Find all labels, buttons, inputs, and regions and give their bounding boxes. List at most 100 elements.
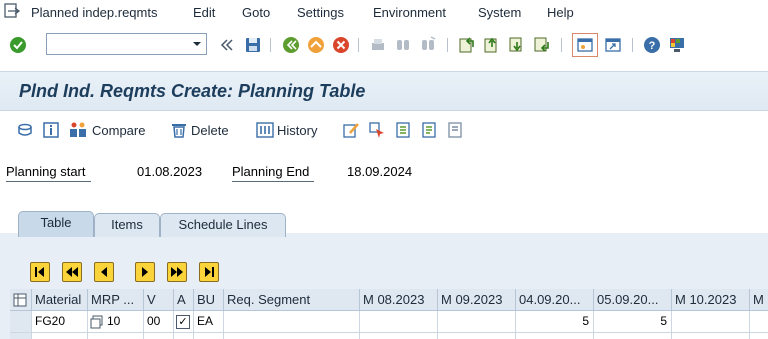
table-row[interactable] bbox=[32, 333, 88, 339]
active-cell[interactable]: ✓ bbox=[174, 311, 194, 333]
menu-system[interactable]: System bbox=[478, 5, 521, 20]
tab-items[interactable]: Items bbox=[94, 213, 160, 237]
planning-end-value[interactable]: 18.09.2024 bbox=[347, 164, 412, 179]
last-page-icon[interactable] bbox=[533, 36, 551, 54]
document-arrow-icon[interactable] bbox=[446, 121, 464, 139]
version-cell[interactable]: 00 bbox=[144, 311, 174, 333]
column-header[interactable]: M 10.2023 bbox=[672, 289, 750, 311]
delete-button[interactable]: Delete bbox=[170, 120, 236, 140]
next-column-button[interactable] bbox=[135, 262, 155, 282]
column-settings-cell[interactable] bbox=[10, 289, 32, 311]
next-page-button[interactable] bbox=[167, 262, 187, 282]
select-icon[interactable] bbox=[368, 121, 386, 139]
find-next-icon[interactable] bbox=[419, 36, 437, 54]
copy-icon[interactable] bbox=[90, 315, 104, 329]
find-icon[interactable] bbox=[394, 36, 412, 54]
double-right-icon bbox=[171, 267, 183, 277]
first-page-icon[interactable] bbox=[458, 36, 476, 54]
shortcut-icon[interactable] bbox=[604, 36, 622, 54]
column-header[interactable]: M 08.2023 bbox=[360, 289, 438, 311]
menu-bar: Planned indep.reqmts Edit Goto Settings … bbox=[0, 0, 768, 26]
table-row[interactable] bbox=[672, 333, 750, 339]
save-icon[interactable] bbox=[244, 36, 262, 54]
collapse-icon[interactable] bbox=[220, 38, 234, 52]
row-selector[interactable] bbox=[10, 311, 32, 333]
d05092023-cell[interactable]: 5 bbox=[594, 311, 672, 333]
separator bbox=[270, 38, 271, 52]
column-header[interactable]: A bbox=[174, 289, 194, 311]
planning-start-value[interactable]: 01.08.2023 bbox=[137, 164, 202, 179]
prev-column-button[interactable] bbox=[94, 262, 114, 282]
column-header[interactable]: M bbox=[750, 289, 768, 311]
d04092023-cell[interactable]: 5 bbox=[516, 311, 594, 333]
separator bbox=[358, 38, 359, 52]
new-session-button[interactable] bbox=[572, 33, 598, 57]
document-check-icon[interactable] bbox=[420, 121, 438, 139]
mrp-value: 10 bbox=[107, 314, 121, 328]
prev-page-icon[interactable] bbox=[483, 36, 501, 54]
column-header[interactable]: Material bbox=[32, 289, 88, 311]
table-row[interactable] bbox=[144, 333, 174, 339]
column-header[interactable]: BU bbox=[194, 289, 224, 311]
menu-edit[interactable]: Edit bbox=[193, 5, 215, 20]
next-page-icon[interactable] bbox=[508, 36, 526, 54]
prev-page-button[interactable] bbox=[62, 262, 82, 282]
table-row[interactable] bbox=[516, 333, 594, 339]
column-header[interactable]: 05.09.20... bbox=[594, 289, 672, 311]
enter-icon[interactable] bbox=[9, 36, 27, 54]
history-label: History bbox=[277, 123, 318, 138]
column-header[interactable]: Req. Segment bbox=[224, 289, 360, 311]
help-icon[interactable]: ? bbox=[643, 36, 661, 54]
table-row[interactable] bbox=[438, 333, 516, 339]
tab-table[interactable]: Table bbox=[18, 211, 94, 237]
active-checkbox[interactable]: ✓ bbox=[176, 315, 190, 329]
m102023-cell[interactable] bbox=[672, 311, 750, 333]
column-header[interactable]: MRP ... bbox=[88, 289, 144, 311]
history-button[interactable]: History bbox=[256, 120, 324, 140]
row-selector[interactable] bbox=[10, 333, 32, 339]
last-column-button[interactable] bbox=[199, 262, 219, 282]
menu-planned-indep-reqmts[interactable]: Planned indep.reqmts bbox=[31, 5, 157, 20]
command-field[interactable] bbox=[46, 33, 207, 55]
table-row[interactable] bbox=[224, 333, 360, 339]
table-row[interactable] bbox=[174, 333, 194, 339]
material-cell[interactable]: FG20 bbox=[32, 311, 88, 333]
print-icon[interactable] bbox=[369, 36, 387, 54]
menu-icon[interactable] bbox=[4, 3, 20, 19]
m092023-cell[interactable] bbox=[438, 311, 516, 333]
other-material-icon[interactable] bbox=[17, 122, 33, 138]
m082023-cell[interactable] bbox=[360, 311, 438, 333]
info-icon[interactable] bbox=[43, 122, 59, 138]
column-header[interactable]: M 09.2023 bbox=[438, 289, 516, 311]
m-cell[interactable] bbox=[750, 311, 768, 333]
menu-settings[interactable]: Settings bbox=[297, 5, 344, 20]
first-column-button[interactable] bbox=[30, 262, 50, 282]
document-icon[interactable] bbox=[394, 121, 412, 139]
column-header[interactable]: V bbox=[144, 289, 174, 311]
table-row[interactable] bbox=[360, 333, 438, 339]
menu-goto[interactable]: Goto bbox=[242, 5, 270, 20]
tab-schedule-lines[interactable]: Schedule Lines bbox=[160, 213, 286, 237]
table-row[interactable] bbox=[594, 333, 672, 339]
separator bbox=[447, 38, 448, 52]
customize-layout-icon[interactable] bbox=[668, 36, 686, 54]
menu-environment[interactable]: Environment bbox=[373, 5, 446, 20]
chevron-down-icon[interactable] bbox=[190, 37, 204, 51]
back-icon[interactable] bbox=[282, 36, 300, 54]
right-icon bbox=[142, 267, 148, 277]
history-icon bbox=[256, 122, 274, 138]
req-segment-cell[interactable] bbox=[224, 311, 360, 333]
table-row[interactable] bbox=[88, 333, 144, 339]
mrp-cell[interactable]: 10 bbox=[88, 311, 144, 333]
bu-cell[interactable]: EA bbox=[194, 311, 224, 333]
command-input[interactable] bbox=[47, 34, 187, 54]
table-row[interactable] bbox=[194, 333, 224, 339]
cancel-icon[interactable] bbox=[332, 36, 350, 54]
column-header[interactable]: 04.09.20... bbox=[516, 289, 594, 311]
compare-icon bbox=[70, 122, 86, 137]
menu-help[interactable]: Help bbox=[547, 5, 574, 20]
exit-icon[interactable] bbox=[307, 36, 325, 54]
divider bbox=[232, 181, 314, 182]
compare-button[interactable]: Compare bbox=[69, 120, 149, 140]
edit-icon[interactable] bbox=[342, 121, 360, 139]
